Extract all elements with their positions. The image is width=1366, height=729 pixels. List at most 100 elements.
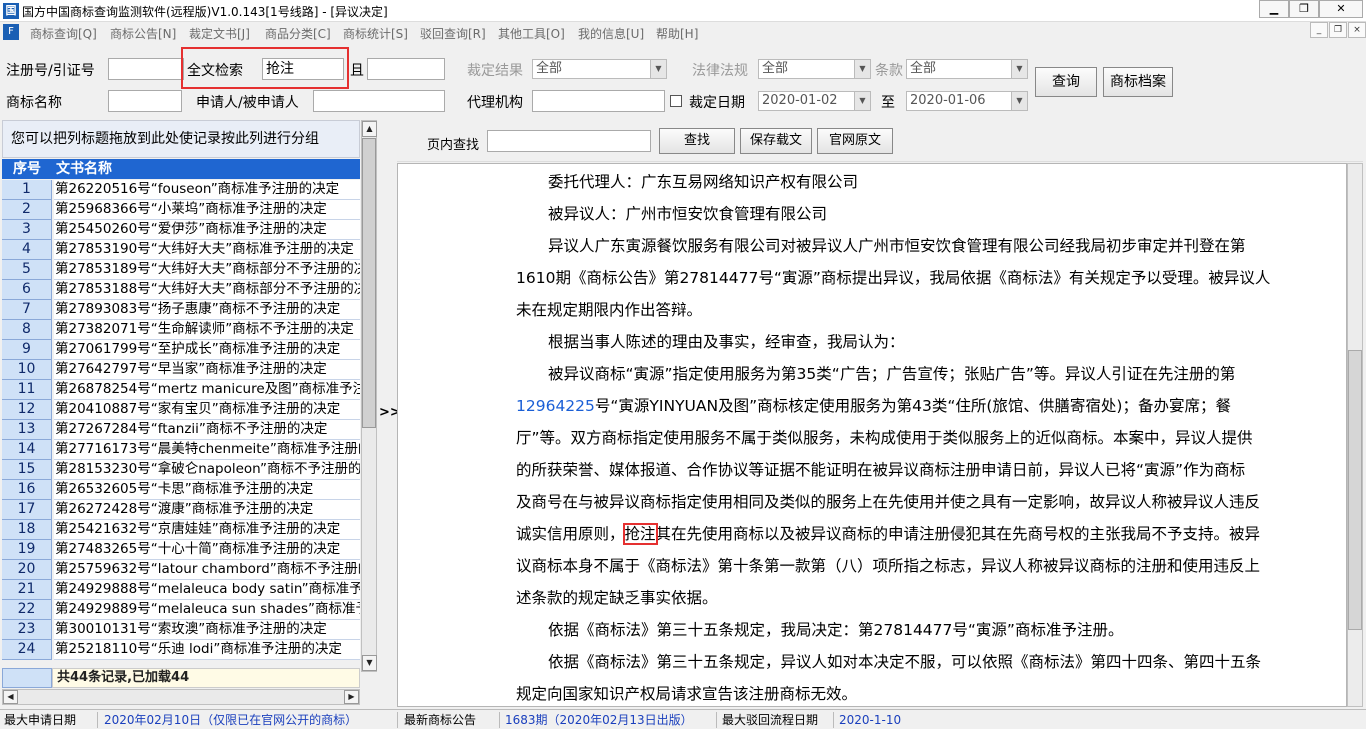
document-viewer[interactable]: 委托代理人：广东互易网络知识产权有限公司 被异议人：广州市恒安饮食管理有限公司 … xyxy=(397,163,1347,707)
menu-goods-classification[interactable]: 商品分类[C] xyxy=(265,25,331,42)
row-doc-name[interactable]: 第27267284号“ftanzii”商标不予注册的决定 xyxy=(54,420,360,440)
restore-button[interactable]: ❐ xyxy=(1289,0,1319,18)
row-doc-name[interactable]: 第27853188号“大纬好大夫”商标部分不予注册的决定 xyxy=(54,280,360,300)
table-row[interactable]: 1 第26220516号“fouseon”商标准予注册的决定 xyxy=(2,180,360,200)
archive-button[interactable]: 商标档案 xyxy=(1103,67,1173,97)
table-row[interactable]: 16 第26532605号“卡思”商标准予注册的决定 xyxy=(2,480,360,500)
row-number: 23 xyxy=(2,620,52,640)
row-doc-name[interactable]: 第27382071号“生命解读师”商标不予注册的决定 xyxy=(54,320,360,340)
menu-rejection-query[interactable]: 驳回查询[R] xyxy=(420,25,486,42)
row-doc-name[interactable]: 第24929889号“melaleuca sun shades”商标准予注册的决… xyxy=(54,600,360,620)
official-original-button[interactable]: 官网原文 xyxy=(817,128,893,154)
query-button[interactable]: 查询 xyxy=(1035,67,1097,97)
row-doc-name[interactable]: 第20410887号“家有宝贝”商标准予注册的决定 xyxy=(54,400,360,420)
list-horizontal-scrollbar[interactable]: ◀ ▶ xyxy=(2,689,360,705)
list-vertical-scrollbar[interactable]: ▲ ▼ xyxy=(361,120,377,672)
row-doc-name[interactable]: 第26878254号“mertz manicure及图”商标准予注册的决定 xyxy=(54,380,360,400)
agent-input[interactable] xyxy=(532,90,665,112)
row-doc-name[interactable]: 第28153230号“拿破仑napoleon”商标不予注册的决定 xyxy=(54,460,360,480)
scroll-up-icon[interactable]: ▲ xyxy=(362,121,377,137)
menu-help[interactable]: 帮助[H] xyxy=(656,25,698,42)
menu-ruling-documents[interactable]: 裁定文书[J] xyxy=(189,25,250,42)
table-row[interactable]: 3 第25450260号“爱伊莎”商标准予注册的决定 xyxy=(2,220,360,240)
find-button[interactable]: 查找 xyxy=(659,128,735,154)
table-row[interactable]: 6 第27853188号“大纬好大夫”商标部分不予注册的决定 xyxy=(2,280,360,300)
group-by-hint[interactable]: 您可以把列标题拖放到此处使记录按此列进行分组 xyxy=(2,120,360,158)
minimize-button[interactable]: ▁ xyxy=(1259,0,1289,18)
close-button[interactable]: ✕ xyxy=(1319,0,1363,18)
table-row[interactable]: 18 第25421632号“京唐娃娃”商标准予注册的决定 xyxy=(2,520,360,540)
row-doc-name[interactable]: 第26532605号“卡思”商标准予注册的决定 xyxy=(54,480,360,500)
date-to-picker[interactable]: 2020-01-06 ▼ xyxy=(906,91,1028,111)
article-select[interactable]: 全部 ▼ xyxy=(906,59,1028,79)
row-doc-name[interactable]: 第27061799号“至护成长”商标准予注册的决定 xyxy=(54,340,360,360)
table-row[interactable]: 22第24929889号“melaleuca sun shades”商标准予注册… xyxy=(2,600,360,620)
law-select[interactable]: 全部 ▼ xyxy=(758,59,871,79)
table-row[interactable]: 21第24929888号“melaleuca body satin”商标准予注册… xyxy=(2,580,360,600)
scroll-right-icon[interactable]: ▶ xyxy=(344,690,359,704)
trademark-name-input[interactable] xyxy=(108,90,182,112)
table-row[interactable]: 8 第27382071号“生命解读师”商标不予注册的决定 xyxy=(2,320,360,340)
row-doc-name[interactable]: 第27853190号“大纬好大夫”商标准予注册的决定 xyxy=(54,240,360,260)
save-text-button[interactable]: 保存载文 xyxy=(740,128,812,154)
mdi-restore-button[interactable]: ❐ xyxy=(1329,22,1347,38)
menu-my-info[interactable]: 我的信息[U] xyxy=(578,25,644,42)
table-row[interactable]: 23 第30010131号“索玫澳”商标准予注册的决定 xyxy=(2,620,360,640)
table-row[interactable]: 15 第28153230号“拿破仑napoleon”商标不予注册的决定 xyxy=(2,460,360,480)
table-row[interactable]: 9 第27061799号“至护成长”商标准予注册的决定 xyxy=(2,340,360,360)
row-doc-name[interactable]: 第27853189号“大纬好大夫”商标部分不予注册的决定 xyxy=(54,260,360,280)
mdi-close-button[interactable]: × xyxy=(1348,22,1366,38)
table-row[interactable]: 4 第27853190号“大纬好大夫”商标准予注册的决定 xyxy=(2,240,360,260)
row-doc-name[interactable]: 第27642797号“早当家”商标准予注册的决定 xyxy=(54,360,360,380)
table-row[interactable]: 20第25759632号“latour chambord”商标不予注册的决定 xyxy=(2,560,360,580)
menu-trademark-statistics[interactable]: 商标统计[S] xyxy=(343,25,408,42)
menu-trademark-announcement[interactable]: 商标公告[N] xyxy=(110,25,176,42)
law-label: 法律法规 xyxy=(692,63,748,79)
row-doc-name[interactable]: 第25759632号“latour chambord”商标不予注册的决定 xyxy=(54,560,360,580)
fulltext-second-input[interactable] xyxy=(367,58,445,80)
row-doc-name[interactable]: 第27483265号“十心十简”商标准予注册的决定 xyxy=(54,540,360,560)
list-scroll-thumb[interactable] xyxy=(362,138,376,428)
citation-link[interactable]: 12964225 xyxy=(516,397,595,415)
scroll-left-icon[interactable]: ◀ xyxy=(3,690,18,704)
table-row[interactable]: 13 第27267284号“ftanzii”商标不予注册的决定 xyxy=(2,420,360,440)
table-row[interactable]: 12 第20410887号“家有宝贝”商标准予注册的决定 xyxy=(2,400,360,420)
table-row[interactable]: 17 第26272428号“渡康”商标准予注册的决定 xyxy=(2,500,360,520)
document-scroll-thumb[interactable] xyxy=(1348,350,1362,630)
row-doc-name[interactable]: 第30010131号“索玫澳”商标准予注册的决定 xyxy=(54,620,360,640)
row-doc-name[interactable]: 第25450260号“爱伊莎”商标准予注册的决定 xyxy=(54,220,360,240)
row-doc-name[interactable]: 第24929888号“melaleuca body satin”商标准予注册的决… xyxy=(54,580,360,600)
row-doc-name[interactable]: 第27893083号“扬子惠康”商标不予注册的决定 xyxy=(54,300,360,320)
column-header-doc-name[interactable]: 文书名称 xyxy=(56,159,356,179)
table-row[interactable]: 11第26878254号“mertz manicure及图”商标准予注册的决定 xyxy=(2,380,360,400)
table-row[interactable]: 24 第25218110号“乐迪 lodi”商标准予注册的决定 xyxy=(2,640,360,660)
table-row[interactable]: 7 第27893083号“扬子惠康”商标不予注册的决定 xyxy=(2,300,360,320)
menu-other-tools[interactable]: 其他工具[O] xyxy=(498,25,565,42)
status-max-apply-date-value: 2020年02月10日（仅限已在官网公开的商标） xyxy=(104,712,398,728)
find-input[interactable] xyxy=(487,130,651,152)
menu-trademark-query[interactable]: 商标查询[Q] xyxy=(30,25,97,42)
row-doc-name[interactable]: 第26272428号“渡康”商标准予注册的决定 xyxy=(54,500,360,520)
applicant-input[interactable] xyxy=(313,90,445,112)
ruling-result-select[interactable]: 全部 ▼ xyxy=(532,59,667,79)
row-doc-name[interactable]: 第27716173号“晨美特chenmeite”商标准予注册的决定 xyxy=(54,440,360,460)
table-row[interactable]: 5 第27853189号“大纬好大夫”商标部分不予注册的决定 xyxy=(2,260,360,280)
table-row[interactable]: 19 第27483265号“十心十简”商标准予注册的决定 xyxy=(2,540,360,560)
mdi-minimize-button[interactable]: _ xyxy=(1310,22,1328,38)
row-doc-name[interactable]: 第26220516号“fouseon”商标准予注册的决定 xyxy=(54,180,360,200)
table-row[interactable]: 10 第27642797号“早当家”商标准予注册的决定 xyxy=(2,360,360,380)
row-doc-name[interactable]: 第25968366号“小莱坞”商标准予注册的决定 xyxy=(54,200,360,220)
doc-paragraph: 根据当事人陈述的理由及事实，经审查，我局认为： xyxy=(548,333,905,351)
ruling-date-checkbox[interactable] xyxy=(670,95,682,107)
fulltext-input[interactable]: 抢注 xyxy=(262,58,344,80)
reg-no-input[interactable] xyxy=(108,58,184,80)
pane-splitter[interactable]: >> xyxy=(378,120,401,706)
row-doc-name[interactable]: 第25218110号“乐迪 lodi”商标准予注册的决定 xyxy=(54,640,360,660)
table-row[interactable]: 14第27716173号“晨美特chenmeite”商标准予注册的决定 xyxy=(2,440,360,460)
column-header-no[interactable]: 序号 xyxy=(2,159,52,179)
row-doc-name[interactable]: 第25421632号“京唐娃娃”商标准予注册的决定 xyxy=(54,520,360,540)
status-max-rejection-date-label: 最大驳回流程日期 xyxy=(722,712,834,728)
date-from-picker[interactable]: 2020-01-02 ▼ xyxy=(758,91,871,111)
table-row[interactable]: 2 第25968366号“小莱坞”商标准予注册的决定 xyxy=(2,200,360,220)
scroll-down-icon[interactable]: ▼ xyxy=(362,655,377,671)
